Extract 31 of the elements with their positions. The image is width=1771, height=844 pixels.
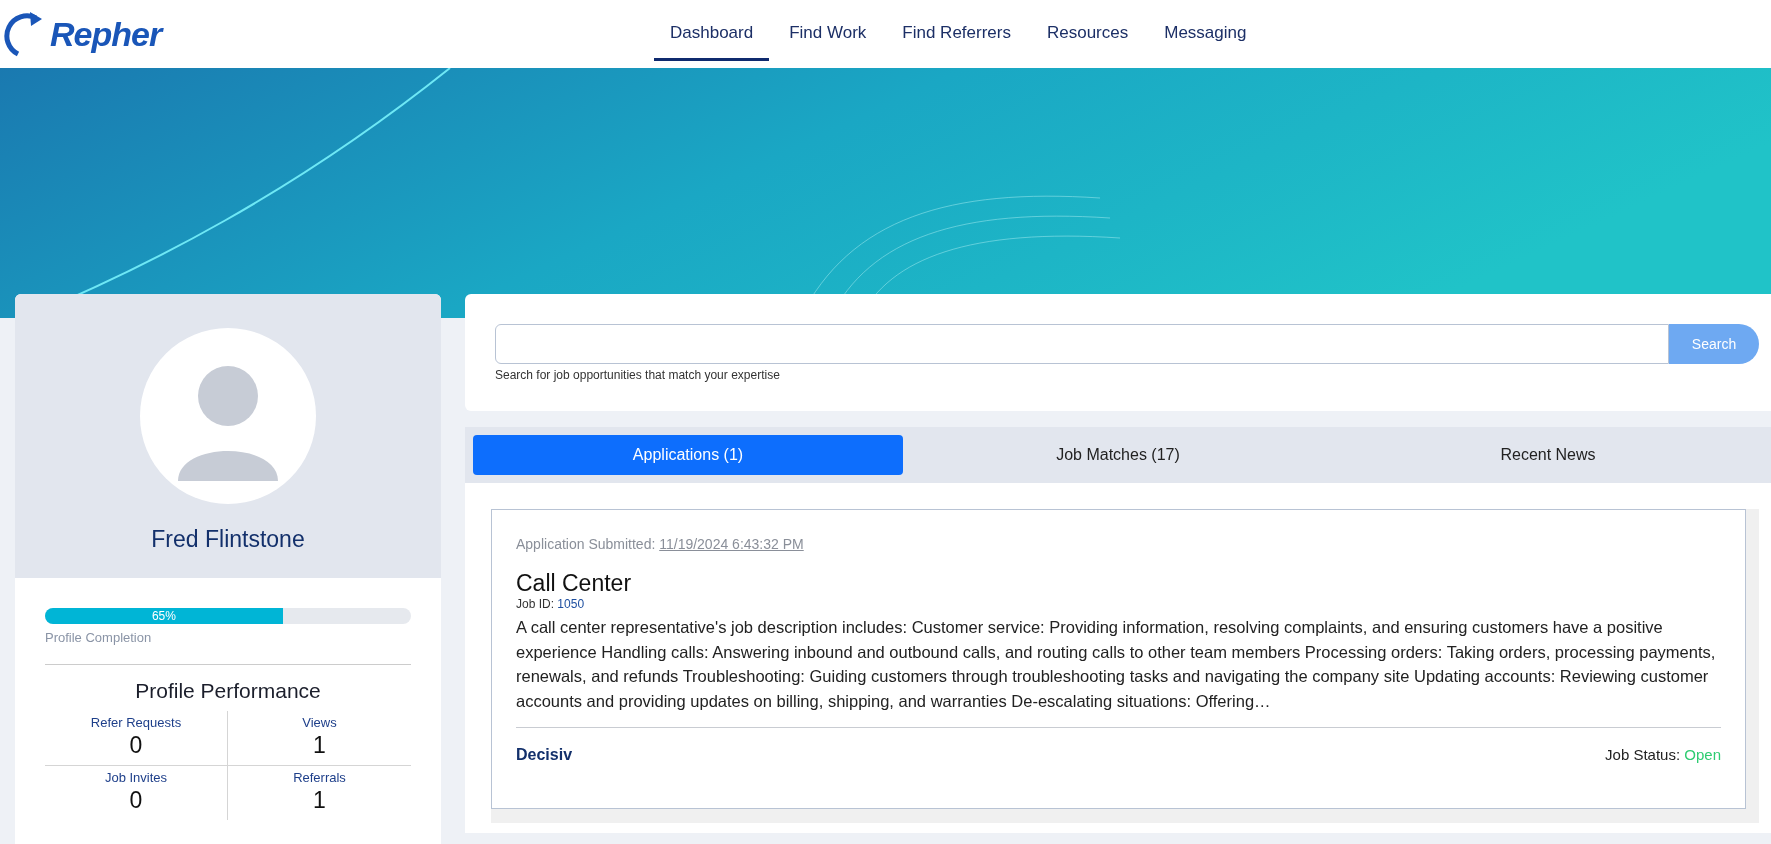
stat-value: 1 [313, 732, 326, 759]
job-title: Call Center [516, 570, 633, 597]
vertical-scrollbar[interactable] [1746, 509, 1759, 809]
tab[interactable]: Applications (1) [473, 435, 903, 475]
stat-label: Views [302, 715, 337, 730]
stat-label: Job Invites [104, 770, 168, 785]
horizontal-scrollbar[interactable] [491, 809, 1759, 823]
nav-link[interactable]: Resources [1030, 7, 1145, 61]
stat-value: 1 [313, 787, 326, 814]
stat-label: Refer Requests [90, 715, 182, 730]
job-description: A call center representative's job description includes: Customer service: Providing information, resolving complaints, and ensuring customers have a positive experience Handling calls: Answering inbound and outbound calls, and routing calls to other team members Processing orders: Taking orders, processing payments, renewals, and refunds Troubleshooting: Guiding customers through troubleshooting tasks and navigating the company site Updating accounts: Reviewing customer accounts and providing updates on billing, shipping, and warranties De-escalating situations: Offering… [516, 617, 1717, 712]
profile-name: Fred Flintstone [151, 526, 305, 553]
tab[interactable]: Job Matches (17) [903, 435, 1333, 475]
nav-link[interactable]: Find Work [773, 7, 883, 61]
company-name: Decisiv [516, 746, 573, 764]
stat-label: Referrals [293, 770, 346, 785]
progress-fill: 65% [45, 608, 283, 624]
nav-link[interactable]: Find Referrers [886, 7, 1027, 61]
section-title: Profile Performance [134, 679, 322, 703]
job-id: Job ID: 1050 [516, 597, 586, 611]
nav-link[interactable]: Messaging [1148, 7, 1263, 61]
tab[interactable]: Recent News [1333, 435, 1763, 475]
progress-label: Profile Completion [45, 630, 152, 645]
logo-text: Repher [50, 14, 162, 54]
search-hint: Search for job opportunities that match your expertise [495, 368, 780, 382]
stat-value: 0 [129, 787, 143, 814]
submitted-text: Application Submitted: 11/19/2024 6:43:32 PM [516, 536, 805, 552]
search-field[interactable] [495, 324, 1669, 364]
job-status: Job Status: Open [1605, 746, 1721, 764]
nav-link[interactable]: Dashboard [654, 7, 770, 61]
stat-value: 0 [129, 732, 143, 759]
